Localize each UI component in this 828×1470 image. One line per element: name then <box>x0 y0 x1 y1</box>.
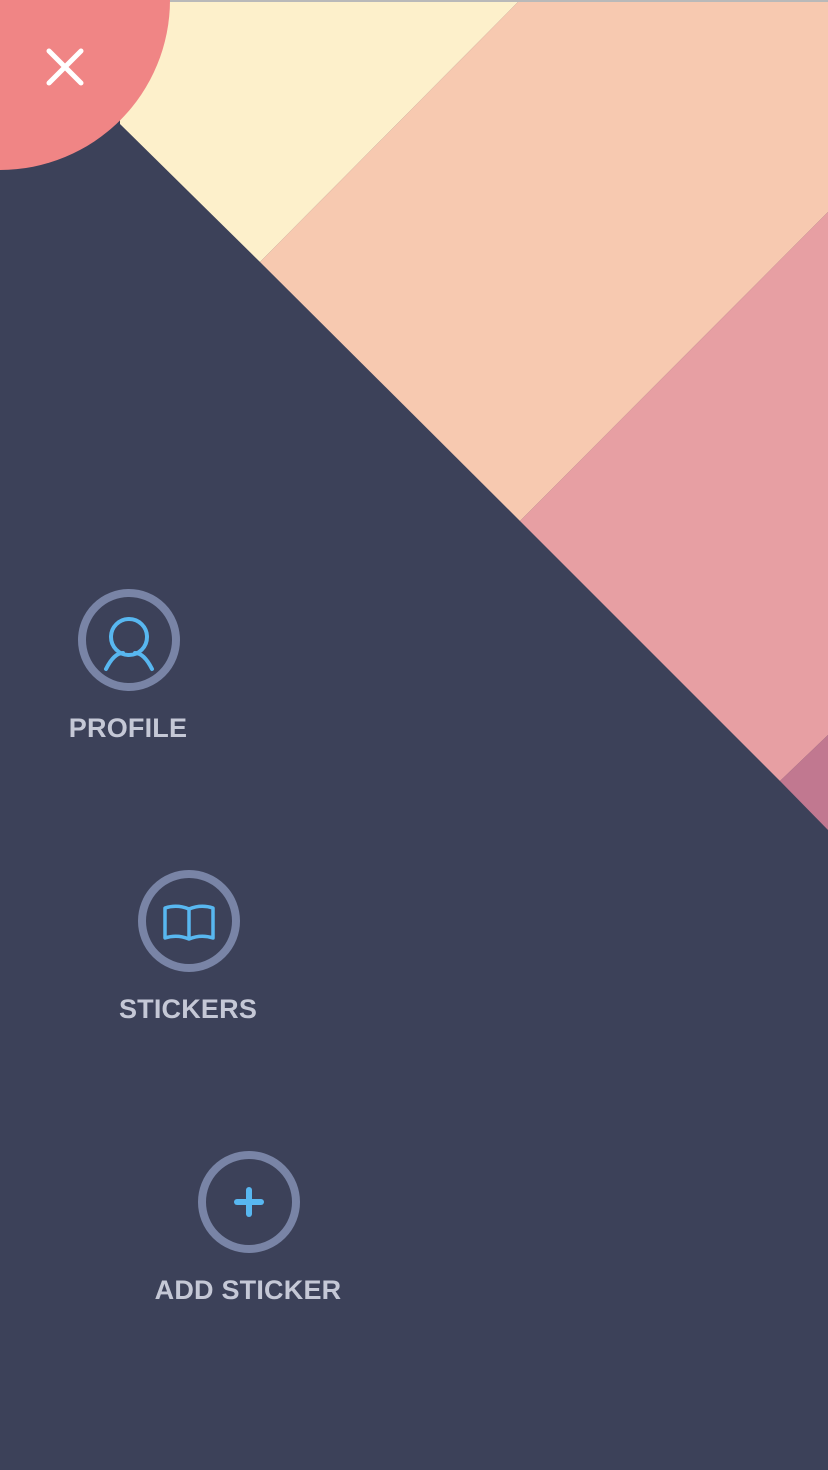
stickers-button[interactable] <box>138 870 240 972</box>
book-icon <box>163 904 215 941</box>
menu-item-label: STICKERS <box>118 994 258 1024</box>
menu-item-label: PROFILE <box>68 713 188 743</box>
plus-icon <box>234 1187 264 1217</box>
menu-item-label: ADD STICKER <box>154 1275 342 1305</box>
add-sticker-button[interactable] <box>198 1151 300 1253</box>
menu-screen: PROFILE STICKERS ADD STICKER <box>0 0 828 1470</box>
profile-button[interactable] <box>78 589 180 691</box>
user-icon <box>104 617 154 671</box>
close-icon <box>46 48 84 86</box>
